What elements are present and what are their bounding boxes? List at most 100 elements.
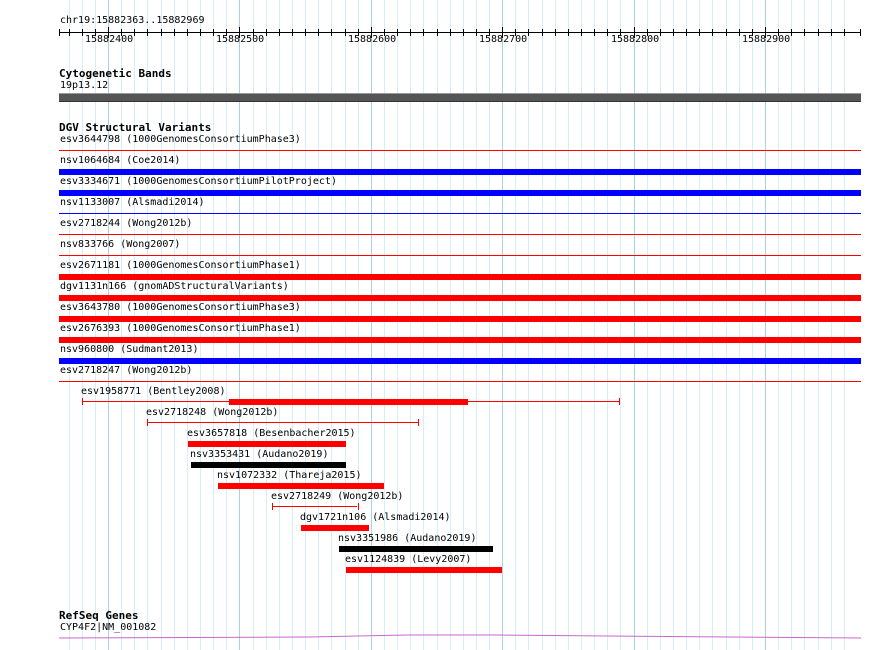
variant-bar[interactable] bbox=[59, 169, 861, 175]
variant-bar[interactable] bbox=[218, 483, 384, 489]
ruler-tick-label: 15882800 bbox=[611, 34, 660, 45]
variant-label[interactable]: nsv1133007 (Alsmadi2014) bbox=[60, 197, 205, 209]
ruler-tick-label: 15882400 bbox=[85, 34, 134, 45]
refseq-gene-glyph[interactable] bbox=[59, 631, 861, 641]
variant-label[interactable]: esv3644798 (1000GenomesConsortiumPhase3) bbox=[60, 134, 301, 146]
ruler-tick bbox=[686, 29, 687, 36]
variant-bar[interactable] bbox=[59, 316, 861, 322]
variant-bar[interactable] bbox=[59, 274, 861, 280]
ruler-tick bbox=[134, 29, 135, 36]
ruler-tick bbox=[266, 29, 267, 36]
ruler-tick bbox=[213, 29, 214, 36]
ruler-tick bbox=[174, 29, 175, 36]
variant-label[interactable]: esv3334671 (1000GenomesConsortiumPilotPr… bbox=[60, 176, 337, 188]
ruler-tick bbox=[791, 29, 792, 36]
ruler-tick bbox=[410, 29, 411, 36]
variant-bar[interactable] bbox=[59, 358, 861, 364]
variant-bar[interactable] bbox=[59, 295, 861, 301]
dgv-track-title[interactable]: DGV Structural Variants bbox=[59, 122, 211, 134]
ruler-tick bbox=[187, 29, 188, 36]
variant-label[interactable]: nsv833766 (Wong2007) bbox=[60, 239, 180, 251]
variant-line[interactable] bbox=[59, 213, 861, 214]
ruler-tick bbox=[331, 29, 332, 36]
ruler-tick bbox=[739, 29, 740, 36]
ruler-tick bbox=[712, 29, 713, 36]
ruler-tick bbox=[292, 29, 293, 36]
ruler-tick bbox=[804, 29, 805, 36]
ruler-tick bbox=[581, 29, 582, 36]
variant-line[interactable] bbox=[59, 381, 861, 382]
cytoband-bar[interactable] bbox=[59, 93, 861, 102]
ruler-tick bbox=[200, 29, 201, 36]
variant-label[interactable]: esv3643780 (1000GenomesConsortiumPhase3) bbox=[60, 302, 301, 314]
ruler-tick bbox=[673, 29, 674, 36]
variant-end-cap bbox=[619, 398, 620, 405]
ruler-tick bbox=[831, 29, 832, 36]
ruler-tick bbox=[423, 29, 424, 36]
variant-label[interactable]: esv3657818 (Besenbacher2015) bbox=[187, 428, 356, 440]
ruler-tick-label: 15882600 bbox=[348, 34, 397, 45]
ruler-tick bbox=[305, 29, 306, 36]
ruler-tick-label: 15882700 bbox=[479, 34, 528, 45]
variant-end-cap bbox=[418, 419, 419, 426]
location-label: chr19:15882363..15882969 bbox=[60, 15, 205, 26]
ruler-start-cap bbox=[59, 29, 60, 36]
ruler-tick bbox=[660, 29, 661, 36]
ruler-tick bbox=[555, 29, 556, 36]
cytoband-label: 19p13.12 bbox=[60, 80, 109, 91]
ruler-tick bbox=[542, 29, 543, 36]
variant-label[interactable]: dgv1721n106 (Alsmadi2014) bbox=[300, 512, 451, 524]
variant-label[interactable]: esv2718248 (Wong2012b) bbox=[146, 407, 278, 419]
variant-whisker[interactable] bbox=[272, 506, 357, 507]
ruler-tick bbox=[437, 29, 438, 36]
variant-label[interactable]: dgv1131n166 (gnomADStructuralVariants) bbox=[60, 281, 289, 293]
variant-bar[interactable] bbox=[188, 441, 346, 447]
ruler-tick bbox=[568, 29, 569, 36]
variant-label[interactable]: nsv960800 (Sudmant2013) bbox=[60, 344, 198, 356]
variant-label[interactable]: esv1124839 (Levy2007) bbox=[345, 554, 471, 566]
cytoband-track-title[interactable]: Cytogenetic Bands bbox=[59, 68, 172, 80]
variant-whisker[interactable] bbox=[147, 422, 418, 423]
ruler-tick bbox=[607, 29, 608, 36]
variant-label[interactable]: nsv1064684 (Coe2014) bbox=[60, 155, 180, 167]
variant-label[interactable]: esv2718247 (Wong2012b) bbox=[60, 365, 192, 377]
variant-line[interactable] bbox=[59, 234, 861, 235]
ruler-tick-label: 15882900 bbox=[742, 34, 791, 45]
variant-bar[interactable] bbox=[229, 399, 468, 405]
variant-label[interactable]: nsv1072332 (Thareja2015) bbox=[217, 470, 362, 482]
variant-line[interactable] bbox=[59, 150, 861, 151]
variant-bar[interactable] bbox=[191, 462, 346, 468]
variant-label[interactable]: esv2718244 (Wong2012b) bbox=[60, 218, 192, 230]
ruler-tick bbox=[345, 29, 346, 36]
ruler-tick bbox=[147, 29, 148, 36]
variant-start-cap bbox=[82, 398, 83, 405]
ruler-tick bbox=[69, 29, 70, 36]
variant-bar[interactable] bbox=[59, 190, 861, 196]
variant-end-cap bbox=[358, 503, 359, 510]
ruler-tick bbox=[397, 29, 398, 36]
coordinate-ruler[interactable] bbox=[59, 27, 861, 39]
variant-bar[interactable] bbox=[346, 567, 502, 573]
ruler-end-cap bbox=[860, 29, 861, 36]
variant-label[interactable]: nsv3353431 (Audano2019) bbox=[190, 449, 328, 461]
ruler-tick bbox=[450, 29, 451, 36]
variant-label[interactable]: esv2676393 (1000GenomesConsortiumPhase1) bbox=[60, 323, 301, 335]
variant-bar[interactable] bbox=[59, 337, 861, 343]
variant-line[interactable] bbox=[59, 255, 861, 256]
variant-bar[interactable] bbox=[339, 546, 493, 552]
ruler-tick bbox=[279, 29, 280, 36]
refseq-track-title[interactable]: RefSeq Genes bbox=[59, 610, 138, 622]
variant-bar[interactable] bbox=[301, 525, 369, 531]
ruler-tick bbox=[726, 29, 727, 36]
ruler-tick bbox=[818, 29, 819, 36]
variant-label[interactable]: nsv3351986 (Audano2019) bbox=[338, 533, 476, 545]
variant-label[interactable]: esv2718249 (Wong2012b) bbox=[271, 491, 403, 503]
ruler-tick-label: 15882500 bbox=[216, 34, 265, 45]
ruler-tick bbox=[699, 29, 700, 36]
variant-start-cap bbox=[147, 419, 148, 426]
variant-start-cap bbox=[272, 503, 273, 510]
ruler-tick bbox=[463, 29, 464, 36]
variant-label[interactable]: esv1958771 (Bentley2008) bbox=[81, 386, 226, 398]
variant-label[interactable]: esv2671181 (1000GenomesConsortiumPhase1) bbox=[60, 260, 301, 272]
ruler-tick bbox=[844, 29, 845, 36]
